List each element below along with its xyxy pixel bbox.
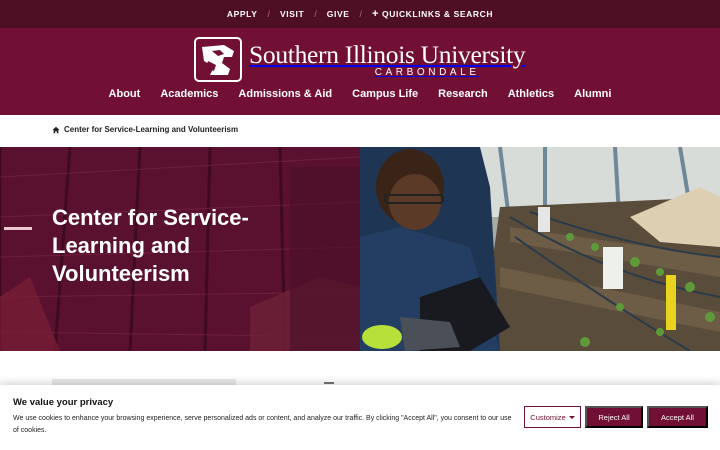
university-name: Southern Illinois University <box>249 40 526 69</box>
cookie-consent-banner: We value your privacy We use cookies to … <box>0 385 720 450</box>
hero-banner: Center for Service-Learning and Voluntee… <box>0 147 720 351</box>
nav-academics[interactable]: Academics <box>160 88 218 100</box>
hero-accent-dash <box>4 227 32 230</box>
utility-visit-link[interactable]: VISIT <box>280 9 304 19</box>
plus-icon: + <box>372 8 380 20</box>
accept-all-button[interactable]: Accept All <box>647 406 708 428</box>
nav-about[interactable]: About <box>109 88 141 100</box>
nav-research[interactable]: Research <box>438 88 488 100</box>
separator: / <box>267 9 270 19</box>
volunteer-gardening-photo <box>360 147 720 351</box>
nav-alumni[interactable]: Alumni <box>574 88 611 100</box>
hero-photo <box>360 147 720 351</box>
customize-label: Customize <box>530 412 566 422</box>
reject-all-button[interactable]: Reject All <box>585 406 643 428</box>
nav-admissions-aid[interactable]: Admissions & Aid <box>238 88 332 100</box>
university-logo[interactable]: Southern Illinois University CARBONDALE <box>194 37 526 82</box>
home-icon[interactable] <box>52 126 60 134</box>
separator: / <box>314 9 317 19</box>
breadcrumb: Center for Service-Learning and Voluntee… <box>52 125 238 134</box>
utility-nav: APPLY / VISIT / GIVE / + QUICKLINKS & SEA… <box>0 0 720 28</box>
cookie-title: We value your privacy <box>13 397 114 408</box>
quicklinks-search-button[interactable]: + QUICKLINKS & SEARCH <box>372 8 493 20</box>
separator: / <box>359 9 362 19</box>
quicklinks-label: QUICKLINKS & SEARCH <box>382 9 494 19</box>
nav-campus-life[interactable]: Campus Life <box>352 88 418 100</box>
site-header: Southern Illinois University CARBONDALE … <box>0 28 720 115</box>
utility-give-link[interactable]: GIVE <box>327 9 350 19</box>
main-nav: About Academics Admissions & Aid Campus … <box>0 88 720 100</box>
campus-name: CARBONDALE <box>374 67 480 78</box>
cookie-description: We use cookies to enhance your browsing … <box>13 415 512 434</box>
hero-title: Center for Service-Learning and Voluntee… <box>52 205 249 286</box>
customize-button[interactable]: Customize <box>524 406 581 428</box>
saluki-logo-icon <box>194 37 242 82</box>
nav-athletics[interactable]: Athletics <box>508 88 554 100</box>
content-divider <box>324 382 334 384</box>
utility-apply-link[interactable]: APPLY <box>227 9 258 19</box>
chevron-down-icon <box>568 415 575 419</box>
breadcrumb-current: Center for Service-Learning and Voluntee… <box>64 125 239 134</box>
